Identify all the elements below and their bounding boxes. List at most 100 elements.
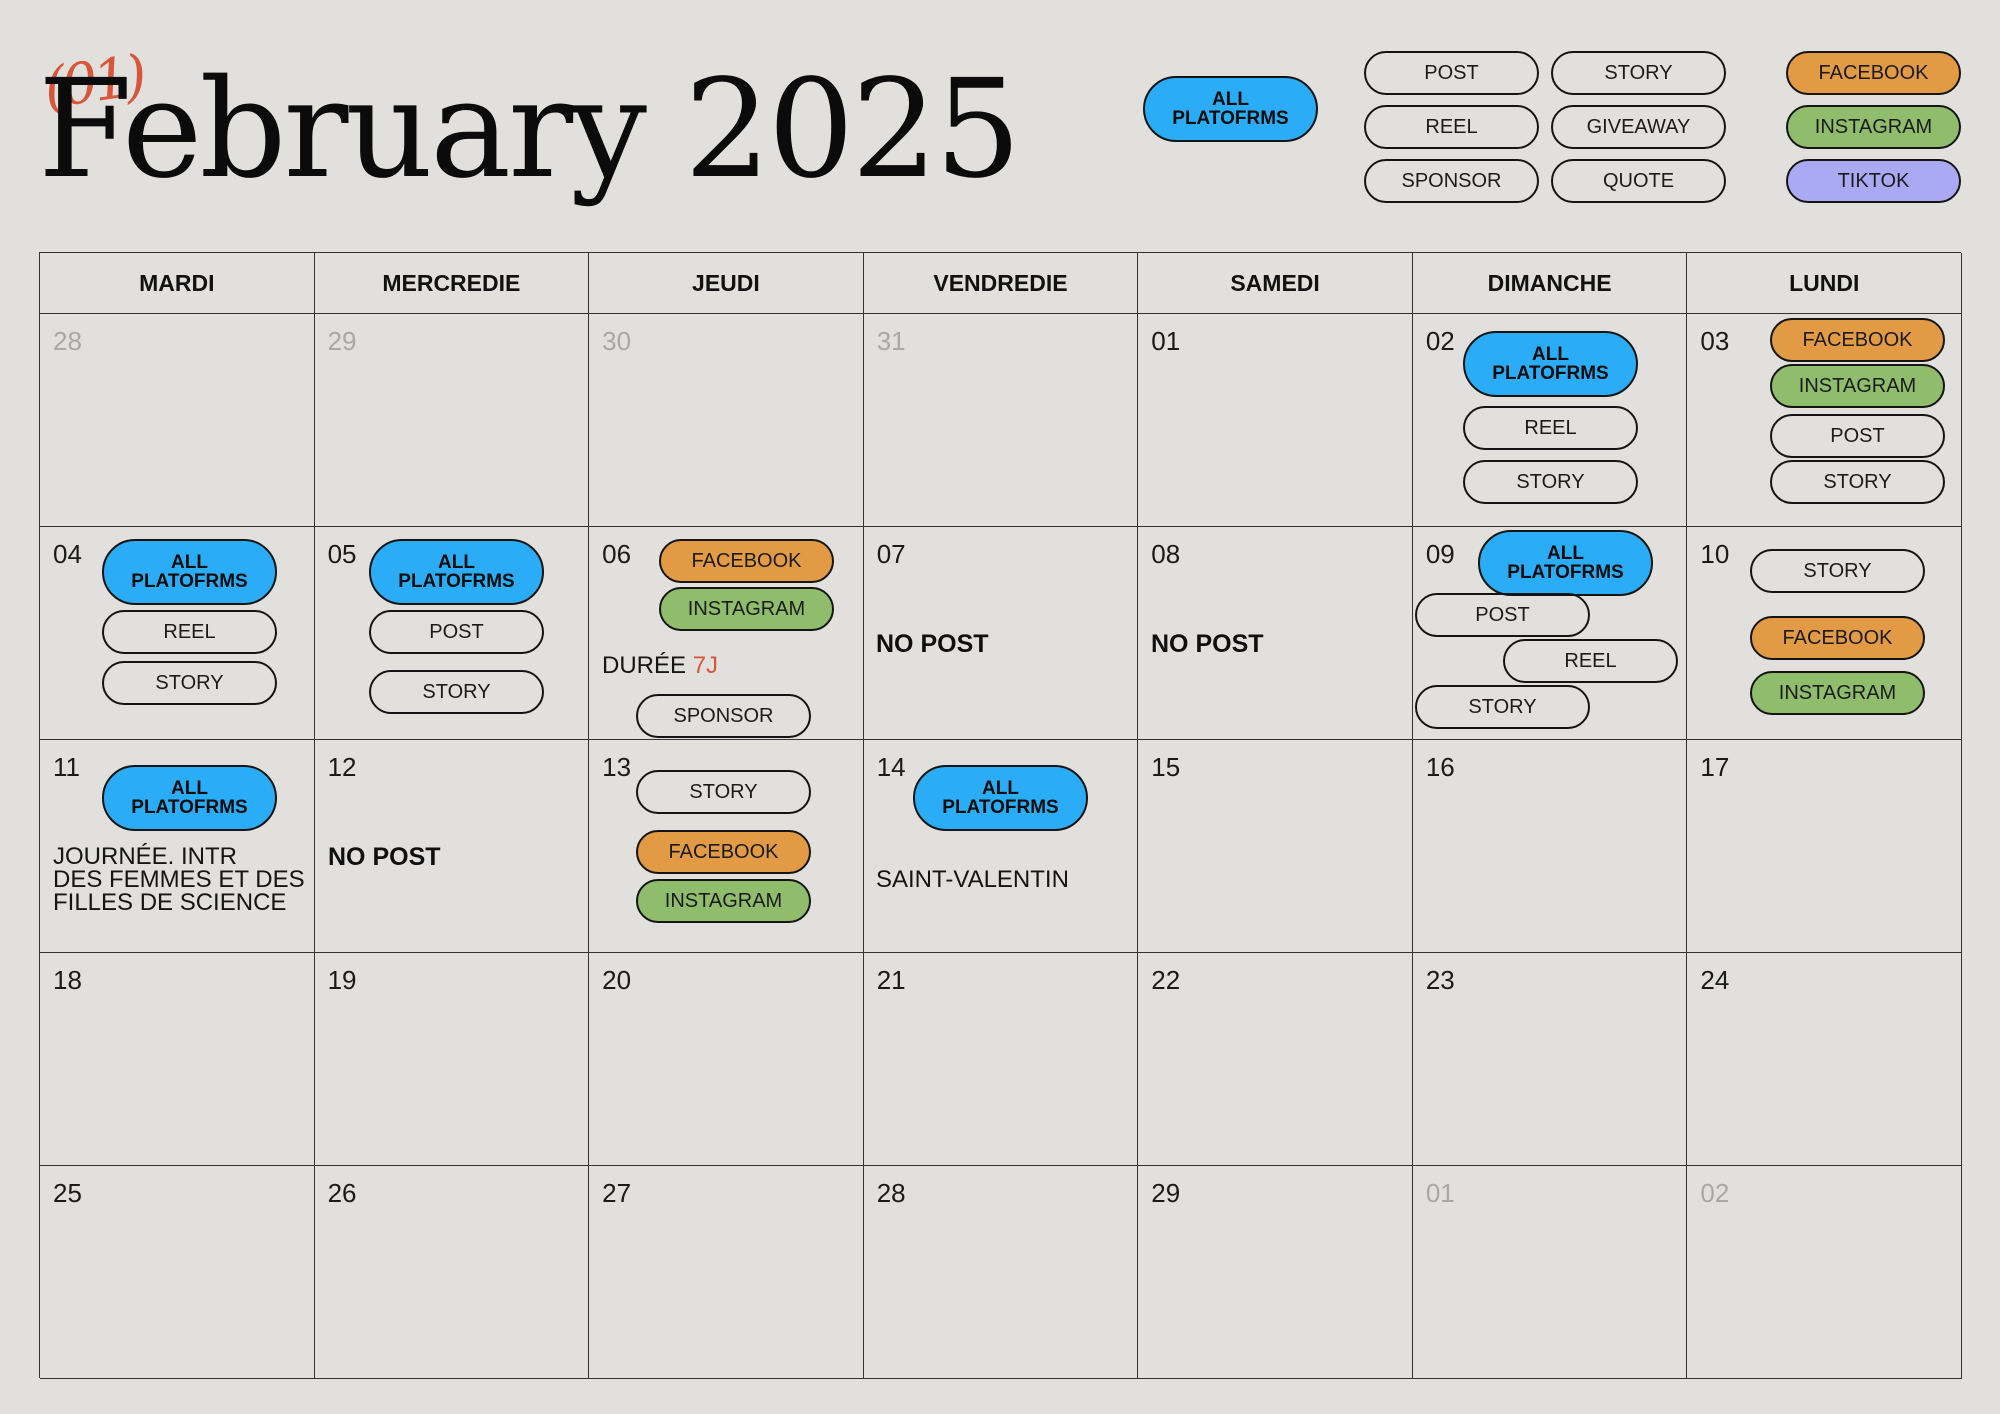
event-post[interactable]: POST <box>369 610 544 654</box>
event-story[interactable]: STORY <box>1750 549 1925 593</box>
legend-facebook[interactable]: FACEBOOK <box>1786 51 1961 95</box>
legend-story[interactable]: STORY <box>1551 51 1726 95</box>
day-number: 25 <box>53 1178 82 1208</box>
day-number: 12 <box>327 752 357 782</box>
legend-quote[interactable]: QUOTE <box>1551 159 1726 203</box>
legend-all-platforms[interactable]: ALL PLATOFRMS <box>1143 76 1318 142</box>
day-number: 28 <box>876 1178 906 1208</box>
page-title: February 2025 <box>38 51 1021 209</box>
day-cell[interactable]: 21 <box>863 953 1139 1166</box>
event-reel[interactable]: REEL <box>102 610 277 654</box>
day-cell[interactable]: 19 <box>314 953 590 1166</box>
day-cell[interactable]: 27 <box>589 1166 864 1379</box>
weekday-header: MARDI <box>40 253 315 314</box>
day-cell[interactable]: 26 <box>314 1166 590 1379</box>
weekday-header: MERCREDIE <box>314 253 590 314</box>
day-cell[interactable]: 29 <box>314 314 590 527</box>
event-label: PLATOFRMS <box>942 797 1059 818</box>
day-cell[interactable]: 25 <box>40 1166 315 1379</box>
event-story[interactable]: STORY <box>1415 685 1590 729</box>
event-label: ALL <box>438 552 475 573</box>
legend-post[interactable]: POST <box>1364 51 1539 95</box>
calendar-page: (01) February 2025 ALL PLATOFRMS POST ST… <box>0 0 2000 1414</box>
event-label: ALL <box>171 552 208 573</box>
day-cell[interactable]: 20 <box>589 953 864 1166</box>
weekday-header: DIMANCHE <box>1412 253 1688 314</box>
day-number: 07 <box>876 539 906 569</box>
day-cell[interactable]: 23 <box>1412 953 1688 1166</box>
event-reel[interactable]: REEL <box>1503 639 1678 683</box>
event-facebook[interactable]: FACEBOOK <box>1750 616 1925 660</box>
event-post[interactable]: POST <box>1770 414 1945 458</box>
duree-label: DURÉE <box>602 652 687 679</box>
legend-tiktok[interactable]: TIKTOK <box>1786 159 1961 203</box>
event-story[interactable]: STORY <box>1463 460 1638 504</box>
event-all-platforms[interactable]: ALL PLATOFRMS <box>102 765 277 831</box>
event-story[interactable]: STORY <box>369 670 544 714</box>
day-cell[interactable]: 01 <box>1138 314 1413 527</box>
title-area: (01) February 2025 <box>38 40 1021 220</box>
event-facebook[interactable]: FACEBOOK <box>636 830 811 874</box>
event-post[interactable]: POST <box>1415 593 1590 637</box>
legend-instagram[interactable]: INSTAGRAM <box>1786 105 1961 149</box>
event-instagram[interactable]: INSTAGRAM <box>636 879 811 923</box>
day-number: 21 <box>876 965 906 995</box>
legend-sponsor[interactable]: SPONSOR <box>1364 159 1539 203</box>
event-all-platforms[interactable]: ALL PLATOFRMS <box>1478 530 1653 596</box>
day-number: 15 <box>1151 752 1181 782</box>
day-cell[interactable]: 15 <box>1138 740 1413 953</box>
event-facebook[interactable]: FACEBOOK <box>659 539 834 583</box>
legend-all-line1: ALL <box>1212 89 1249 110</box>
day-number: 22 <box>1151 965 1181 995</box>
day-cell[interactable]: 22 <box>1138 953 1413 1166</box>
day-number: 26 <box>327 1178 357 1208</box>
event-instagram[interactable]: INSTAGRAM <box>659 587 834 631</box>
event-label: ALL <box>1532 344 1569 365</box>
day-number: 30 <box>602 326 632 356</box>
journee-note: JOURNÉE. INTR DES FEMMES ET DES FILLES D… <box>53 845 305 915</box>
valentin-note: SAINT-VALENTIN <box>876 866 1069 893</box>
no-post-note: NO POST <box>876 630 989 658</box>
event-all-platforms[interactable]: ALL PLATOFRMS <box>369 539 544 605</box>
legend-reel[interactable]: REEL <box>1364 105 1539 149</box>
event-instagram[interactable]: INSTAGRAM <box>1770 364 1945 408</box>
legend-giveaway[interactable]: GIVEAWAY <box>1551 105 1726 149</box>
event-all-platforms[interactable]: ALL PLATOFRMS <box>1463 331 1638 397</box>
day-cell[interactable]: 28 <box>40 314 315 527</box>
event-reel[interactable]: REEL <box>1463 406 1638 450</box>
event-label: ALL <box>171 778 208 799</box>
day-cell[interactable]: 17 <box>1687 740 1962 953</box>
day-number: 18 <box>53 965 82 995</box>
day-cell[interactable]: 30 <box>589 314 864 527</box>
day-number: 10 <box>1700 539 1730 569</box>
day-cell[interactable]: 28 <box>863 1166 1139 1379</box>
day-number: 06 <box>602 539 632 569</box>
day-number: 19 <box>327 965 357 995</box>
event-story[interactable]: STORY <box>1770 460 1945 504</box>
day-cell[interactable]: 31 <box>863 314 1139 527</box>
event-all-platforms[interactable]: ALL PLATOFRMS <box>913 765 1088 831</box>
day-cell[interactable]: 18 <box>40 953 315 1166</box>
event-label: PLATOFRMS <box>1507 562 1624 583</box>
event-story[interactable]: STORY <box>102 661 277 705</box>
day-cell[interactable]: 29 <box>1138 1166 1413 1379</box>
day-cell[interactable]: 24 <box>1687 953 1962 1166</box>
no-post-note: NO POST <box>1151 630 1264 658</box>
day-cell[interactable]: 02 <box>1687 1166 1962 1379</box>
event-instagram[interactable]: INSTAGRAM <box>1750 671 1925 715</box>
day-number: 04 <box>53 539 82 569</box>
day-number: 17 <box>1700 752 1730 782</box>
day-number: 29 <box>327 326 357 356</box>
event-facebook[interactable]: FACEBOOK <box>1770 318 1945 362</box>
weekday-header: SAMEDI <box>1138 253 1413 314</box>
day-cell[interactable]: 01 <box>1412 1166 1688 1379</box>
journee-line: DES FEMMES ET DES <box>53 866 305 893</box>
day-number: 13 <box>602 752 632 782</box>
event-sponsor[interactable]: SPONSOR <box>636 694 811 738</box>
weekday-header: JEUDI <box>589 253 864 314</box>
event-label: PLATOFRMS <box>131 571 248 592</box>
day-cell[interactable]: 16 <box>1412 740 1688 953</box>
event-story[interactable]: STORY <box>636 770 811 814</box>
duree-value: 7J <box>692 652 719 679</box>
event-all-platforms[interactable]: ALL PLATOFRMS <box>102 539 277 605</box>
